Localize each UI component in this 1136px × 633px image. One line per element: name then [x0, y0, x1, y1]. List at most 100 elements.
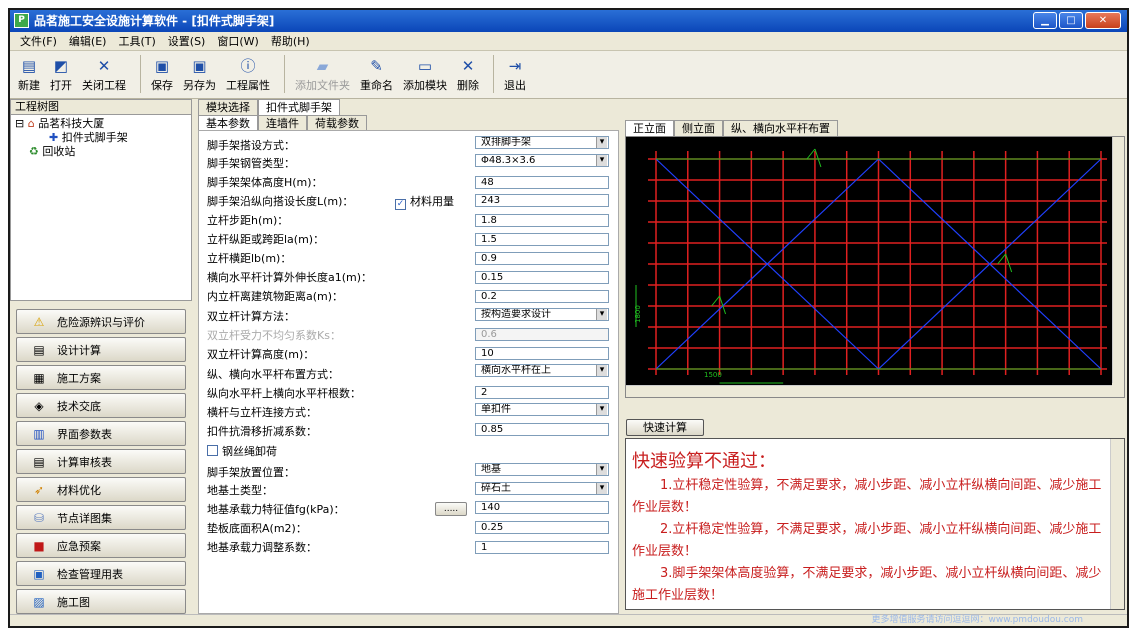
bearing-capacity-input[interactable]: 140 — [475, 501, 609, 514]
double-pole-height-input[interactable]: 10 — [475, 347, 609, 360]
param-label: 立杆步距h(m)： — [207, 214, 289, 227]
nav-node-details[interactable]: ⛁ 节点详图集 — [16, 505, 186, 530]
drawing-vertical-scrollbar[interactable] — [1112, 137, 1124, 383]
erection-method-select[interactable]: 双排脚手架 — [475, 136, 609, 149]
nav-construction-plan[interactable]: ▦ 施工方案 — [16, 365, 186, 390]
open-folder-icon: ◩ — [53, 57, 69, 75]
checkbox-unchecked-icon — [207, 445, 218, 456]
pad-area-input[interactable]: 0.25 — [475, 521, 609, 534]
drawing-panel: 正立面 侧立面 纵、横向水平杆布置 1800 1500 快速计算 快速验算不通过… — [625, 99, 1127, 614]
quick-calculate-button[interactable]: 快速计算 — [626, 419, 704, 436]
nav-calculation-review[interactable]: ▤ 计算审核表 — [16, 449, 186, 474]
menu-window[interactable]: 窗口(W) — [211, 33, 264, 49]
tab-horizontal-bar-layout[interactable]: 纵、横向水平杆布置 — [723, 120, 838, 136]
nav-parameter-table[interactable]: ▥ 界面参数表 — [16, 421, 186, 446]
bearing-adjust-coefficient-input[interactable]: 1 — [475, 541, 609, 554]
review-table-icon: ▤ — [33, 454, 45, 469]
window-title: 品茗施工安全设施计算软件 - [扣件式脚手架] — [34, 14, 275, 28]
menu-file[interactable]: 文件(F) — [14, 33, 63, 49]
result-scrollbar[interactable] — [1110, 439, 1124, 609]
nav-construction-drawing[interactable]: ▨ 施工图 — [16, 589, 186, 614]
tab-load-params[interactable]: 荷载参数 — [307, 115, 367, 130]
exit-button[interactable]: ⇥ 退出 — [504, 55, 526, 93]
tab-front-elevation[interactable]: 正立面 — [625, 120, 674, 136]
close-project-button[interactable]: ✕ 关闭工程 — [82, 55, 126, 93]
drawing-viewport[interactable]: 1800 1500 — [625, 136, 1125, 398]
slip-reduction-input[interactable]: 0.85 — [475, 423, 609, 436]
rename-button[interactable]: ✎ 重命名 — [360, 55, 393, 93]
result-title: 快速验算不通过： — [632, 451, 776, 472]
toolbar-separator — [284, 55, 285, 93]
length-input[interactable]: 243 — [475, 194, 609, 207]
tree-item-root[interactable]: ⊟ ⌂ 品茗科技大厦 — [15, 117, 187, 131]
nav-emergency-plan[interactable]: ■ 应急预案 — [16, 533, 186, 558]
nav-design-calculation[interactable]: ▤ 设计计算 — [16, 337, 186, 362]
briefing-icon: ◈ — [34, 398, 44, 413]
collapse-icon[interactable]: ⊟ — [15, 117, 24, 130]
drawing-icon: ▨ — [33, 594, 45, 609]
wall-tie-mark — [711, 295, 720, 307]
tree-header: 工程树图 — [10, 99, 192, 115]
building-distance-input[interactable]: 0.2 — [475, 290, 609, 303]
browse-bearing-capacity-button[interactable]: ..... — [435, 502, 467, 516]
menu-settings[interactable]: 设置(S) — [162, 33, 212, 49]
material-usage-checkbox[interactable]: ✓ 材料用量 — [395, 193, 454, 210]
calculator-icon: ▤ — [33, 342, 45, 357]
drawing-horizontal-scrollbar[interactable] — [626, 385, 1112, 397]
longitudinal-spacing-input[interactable]: 1.5 — [475, 233, 609, 246]
checkbox-checked-icon: ✓ — [395, 199, 406, 210]
status-bar: 更多增值服务请访问逗逗网：www.pmdoudou.com — [10, 614, 1127, 626]
nav-technical-briefing[interactable]: ◈ 技术交底 — [16, 393, 186, 418]
nav-material-optimization[interactable]: ➶ 材料优化 — [16, 477, 186, 502]
delete-icon: ✕ — [461, 57, 475, 75]
steel-pipe-type-select[interactable]: Φ48.3×3.6 — [475, 154, 609, 167]
transverse-spacing-input[interactable]: 0.9 — [475, 252, 609, 265]
front-elevation-canvas[interactable]: 1800 1500 — [626, 137, 1112, 395]
close-button[interactable]: ✕ — [1085, 12, 1121, 29]
menu-help[interactable]: 帮助(H) — [265, 33, 316, 49]
save-as-icon: ▣ — [192, 57, 207, 75]
menu-tools[interactable]: 工具(T) — [112, 33, 161, 49]
save-icon: ▣ — [154, 57, 170, 75]
overhang-length-input[interactable]: 0.15 — [475, 271, 609, 284]
project-properties-button[interactable]: ⓘ 工程属性 — [226, 55, 270, 93]
quick-check-result: 快速验算不通过： 1.立杆稳定性验算，不满足要求，减小步距、减小立杆纵横向间距、… — [625, 438, 1125, 610]
delete-button[interactable]: ✕ 删除 — [457, 55, 479, 93]
wire-rope-unloading-checkbox[interactable]: 钢丝绳卸荷 — [207, 443, 277, 459]
close-icon: ✕ — [97, 57, 111, 75]
param-label: 脚手架放置位置： — [207, 466, 295, 479]
tab-wall-ties[interactable]: 连墙件 — [258, 115, 307, 130]
transverse-bar-count-input[interactable]: 2 — [475, 386, 609, 399]
tab-scaffold[interactable]: 扣件式脚手架 — [258, 99, 340, 115]
connection-method-select[interactable]: 单扣件 — [475, 403, 609, 416]
bar-layout-select[interactable]: 横向水平杆在上 — [475, 364, 609, 377]
new-button[interactable]: ▤ 新建 — [18, 55, 40, 93]
open-button[interactable]: ◩ 打开 — [50, 55, 72, 93]
param-label: 横向水平杆计算外伸长度a1(m)： — [207, 271, 373, 284]
soil-type-select[interactable]: 碎石土 — [475, 482, 609, 495]
result-item: 2.立杆稳定性验算，不满足要求，减小步距、减小立杆纵横向间距、减少施工作业层数！ — [632, 522, 1102, 559]
add-folder-button[interactable]: ▰ 添加文件夹 — [295, 55, 350, 93]
menu-edit[interactable]: 编辑(E) — [63, 33, 113, 49]
minimize-button[interactable]: ▁ — [1033, 12, 1057, 29]
maximize-button[interactable]: □ — [1059, 12, 1083, 29]
step-distance-input[interactable]: 1.8 — [475, 214, 609, 227]
tree-item-scaffold[interactable]: ✚ 扣件式脚手架 — [15, 131, 187, 145]
tab-module-select[interactable]: 模块选择 — [198, 99, 258, 115]
double-pole-method-select[interactable]: 按构造要求设计 — [475, 308, 609, 321]
tab-side-elevation[interactable]: 侧立面 — [674, 120, 723, 136]
tab-basic-params[interactable]: 基本参数 — [198, 115, 258, 130]
nav-inspection-forms[interactable]: ▣ 检查管理用表 — [16, 561, 186, 586]
add-module-button[interactable]: ▭ 添加模块 — [403, 55, 447, 93]
param-label: 立杆纵距或跨距la(m)： — [207, 233, 325, 246]
param-label: 脚手架搭设方式： — [207, 139, 295, 152]
table-icon: ▥ — [33, 426, 45, 441]
save-button[interactable]: ▣ 保存 — [151, 55, 173, 93]
scaffold-elevation-drawing: 1800 1500 — [634, 148, 1107, 384]
nav-hazard-identification[interactable]: ⚠ 危险源辨识与评价 — [16, 309, 186, 334]
height-input[interactable]: 48 — [475, 176, 609, 189]
placement-position-select[interactable]: 地基 — [475, 463, 609, 476]
toolbar-separator — [493, 55, 494, 93]
tree-item-recycle[interactable]: ♻ 回收站 — [15, 145, 187, 159]
save-as-button[interactable]: ▣ 另存为 — [183, 55, 216, 93]
